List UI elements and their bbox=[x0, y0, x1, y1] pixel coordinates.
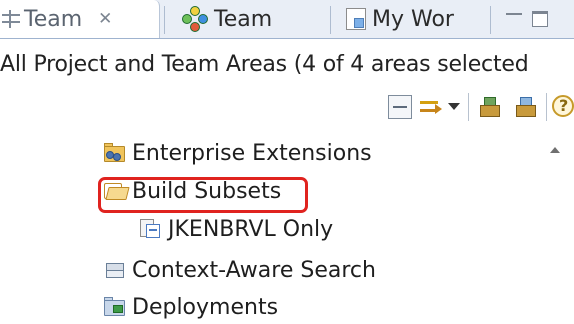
tree-item-label: Build Subsets bbox=[132, 178, 282, 204]
tree-item-label: Enterprise Extensions bbox=[132, 140, 372, 166]
tab-divider bbox=[164, 6, 165, 34]
scope-filter-label[interactable]: All Project and Team Areas (4 of 4 areas… bbox=[0, 52, 574, 77]
tree-item-deployments[interactable]: Deployments bbox=[104, 288, 278, 324]
team-artifacts-view: Team ✕ Team My Wor All Project and Team … bbox=[0, 0, 574, 324]
link-with-editor-icon[interactable] bbox=[418, 95, 442, 119]
scroll-up-icon[interactable] bbox=[550, 147, 560, 153]
artifact-tree: Enterprise Extensions Build Subsets JKEN… bbox=[0, 124, 574, 324]
tab-team-connect[interactable]: Team bbox=[168, 0, 326, 38]
collapse-all-icon[interactable] bbox=[388, 95, 412, 119]
tab-divider bbox=[330, 6, 331, 34]
toolbar-divider bbox=[468, 93, 469, 121]
my-work-icon bbox=[346, 8, 366, 30]
close-icon[interactable]: ✕ bbox=[98, 9, 112, 29]
help-icon[interactable] bbox=[552, 95, 574, 117]
tree-item-label: Deployments bbox=[132, 294, 279, 320]
enterprise-folder-icon bbox=[104, 143, 126, 163]
maximize-icon[interactable] bbox=[532, 11, 548, 27]
tree-item-jkenbrvl-only[interactable]: JKENBRVL Only bbox=[140, 210, 333, 248]
tab-team-artifacts[interactable]: Team ✕ bbox=[0, 0, 160, 38]
build-definition-icon[interactable] bbox=[514, 95, 538, 119]
tree-item-build-subsets[interactable]: Build Subsets bbox=[104, 172, 281, 210]
search-stack-icon bbox=[104, 260, 126, 280]
tree-item-label: JKENBRVL Only bbox=[168, 216, 334, 242]
tab-label: Team bbox=[24, 6, 83, 32]
build-subset-icon bbox=[140, 219, 162, 239]
tree-item-context-aware-search[interactable]: Context-Aware Search bbox=[104, 251, 376, 289]
tab-label: Team bbox=[214, 6, 273, 32]
tree-item-enterprise-extensions[interactable]: Enterprise Extensions bbox=[104, 134, 372, 172]
view-menu-icon[interactable] bbox=[448, 103, 460, 110]
minimize-icon[interactable] bbox=[506, 13, 522, 15]
team-artifacts-icon bbox=[2, 10, 20, 28]
tab-my-work[interactable]: My Wor bbox=[334, 0, 486, 38]
open-folder-icon bbox=[104, 181, 130, 201]
window-controls bbox=[506, 0, 548, 38]
tree-item-label: Context-Aware Search bbox=[132, 257, 376, 283]
tab-divider bbox=[490, 6, 491, 34]
team-connect-icon bbox=[182, 6, 208, 32]
view-tab-strip: Team ✕ Team My Wor bbox=[0, 0, 574, 39]
toolbar-divider bbox=[546, 93, 547, 121]
view-toolbar bbox=[388, 93, 574, 121]
deployment-folder-icon bbox=[104, 297, 126, 317]
tab-label: My Wor bbox=[372, 6, 454, 32]
build-icon[interactable] bbox=[478, 95, 502, 119]
